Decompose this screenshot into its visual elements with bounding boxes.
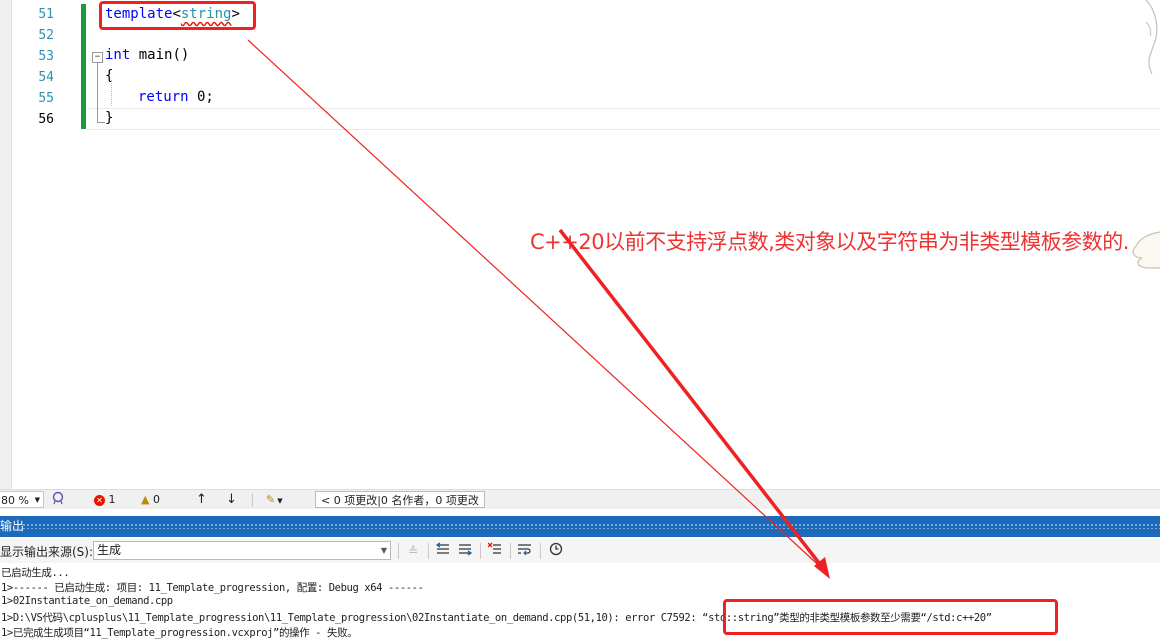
chevron-down-icon: ▼ bbox=[277, 497, 283, 505]
output-source-dropdown[interactable]: 生成 ▼ bbox=[93, 541, 391, 560]
find-message-icon[interactable]: ≙ bbox=[404, 542, 422, 560]
output-line: 1>已完成生成项目“11_Template_progression.vcxpro… bbox=[1, 627, 358, 639]
highlight-box-error bbox=[723, 599, 1058, 635]
output-panel-titlebar[interactable]: 输出 bbox=[0, 516, 1160, 537]
error-count[interactable]: ✕ 1 bbox=[94, 491, 116, 508]
titlebar-grip bbox=[22, 523, 1160, 529]
changes-text: 0 项更改|0 名作者，0 项更改 bbox=[333, 494, 479, 507]
next-message-icon[interactable] bbox=[456, 542, 474, 560]
separator bbox=[540, 543, 541, 559]
separator bbox=[252, 493, 253, 507]
broom-icon: ✎ bbox=[266, 493, 276, 506]
output-line: 1>02Instantiate_on_demand.cpp bbox=[1, 595, 173, 607]
error-count-value: 1 bbox=[108, 493, 116, 506]
warning-count-value: 0 bbox=[152, 493, 160, 506]
annotation-text: C++20以前不支持浮点数,类对象以及字符串为非类型模板参数的. bbox=[530, 230, 1129, 254]
output-source-label: 显示输出来源(S): bbox=[0, 545, 94, 559]
clock-icon[interactable] bbox=[547, 542, 565, 560]
warning-count[interactable]: ▲ 0 bbox=[141, 491, 160, 508]
separator bbox=[480, 543, 481, 559]
clear-all-icon[interactable] bbox=[486, 542, 504, 560]
zoom-dropdown[interactable]: 80 % ▼ bbox=[0, 491, 44, 508]
chevron-down-icon: ▼ bbox=[380, 546, 387, 555]
triangle-warning-icon: ▲ bbox=[141, 493, 150, 506]
output-line: 已启动生成... bbox=[1, 567, 70, 579]
circle-x-icon: ✕ bbox=[94, 494, 105, 506]
prev-message-icon[interactable] bbox=[434, 542, 452, 560]
output-toolbar: 显示输出来源(S): 生成 ▼ ≙ bbox=[0, 539, 1160, 563]
chevron-down-icon: ▼ bbox=[34, 496, 40, 504]
word-wrap-icon[interactable] bbox=[516, 542, 534, 560]
chevron-left-icon: < bbox=[321, 494, 331, 507]
output-line: 1>------ 已启动生成: 项目: 11_Template_progress… bbox=[1, 582, 424, 594]
separator bbox=[398, 543, 399, 559]
separator bbox=[510, 543, 511, 559]
copilot-icon[interactable] bbox=[52, 491, 66, 508]
code-editor[interactable]: 51 52 53 54 55 56 template<string> − int… bbox=[0, 0, 1160, 489]
editor-status-bar: 80 % ▼ ✕ 1 ▲ 0 ↑ ↓ ✎ ▼ < 0 项更改|0 名作者，0 项更改 bbox=[0, 489, 1160, 509]
output-source-value: 生成 bbox=[97, 543, 122, 557]
code-cleanup-button[interactable]: ✎ ▼ bbox=[266, 491, 283, 508]
git-changes-indicator[interactable]: < 0 项更改|0 名作者，0 项更改 bbox=[315, 491, 485, 508]
output-panel-title: 输出 bbox=[0, 519, 25, 533]
arrow-up-icon[interactable]: ↑ bbox=[196, 491, 207, 508]
separator bbox=[428, 543, 429, 559]
arrow-down-icon[interactable]: ↓ bbox=[226, 491, 237, 508]
zoom-value: 80 % bbox=[1, 494, 29, 507]
